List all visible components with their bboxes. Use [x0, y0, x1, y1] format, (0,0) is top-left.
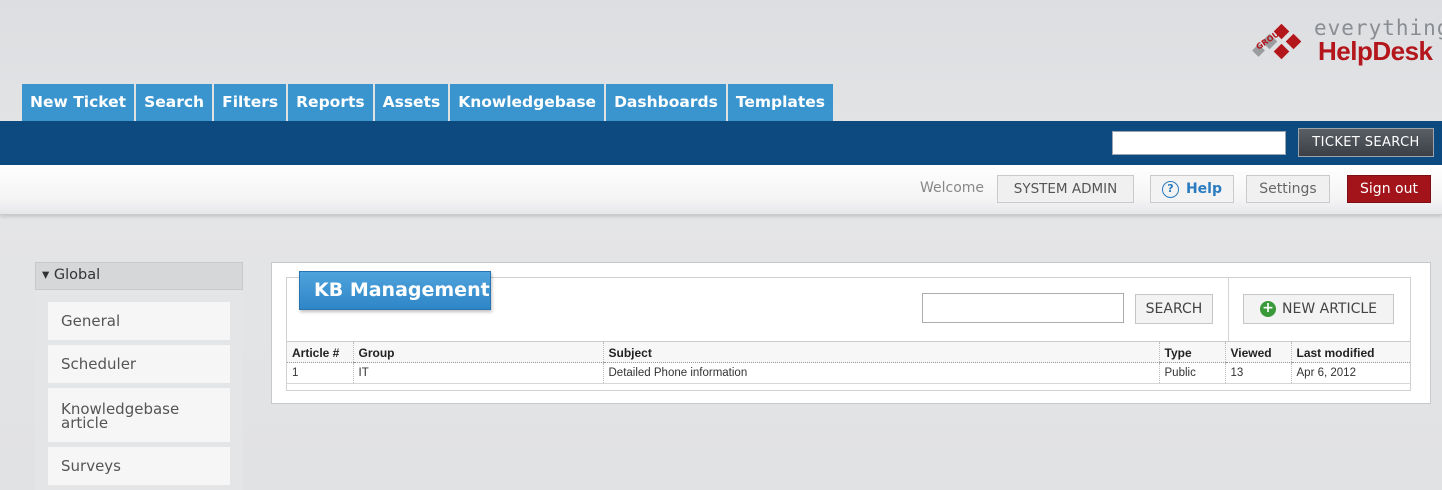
toolbar-divider	[1228, 278, 1229, 342]
cell-last-modified: Apr 6, 2012	[1290, 362, 1410, 384]
navigation-bar: TICKET SEARCH	[0, 121, 1442, 165]
kb-search-input[interactable]	[922, 293, 1124, 323]
kb-articles-table: Article # Group Subject Type Viewed Last…	[287, 341, 1410, 384]
cell-subject[interactable]: Detailed Phone information	[602, 362, 1159, 384]
welcome-label: Welcome	[920, 180, 985, 196]
welcome-bar: Welcome SYSTEM ADMIN ? Help Settings Sig…	[0, 165, 1442, 215]
main-tabs: New Ticket Search Filters Reports Assets…	[22, 84, 834, 121]
tab-new-ticket[interactable]: New Ticket	[22, 84, 137, 121]
column-header-group[interactable]: Group	[352, 341, 603, 363]
help-button[interactable]: ? Help	[1150, 175, 1234, 203]
sign-out-button[interactable]: Sign out	[1347, 175, 1431, 203]
group-logo-icon: GROUP	[1252, 23, 1302, 60]
help-label: Help	[1185, 181, 1223, 197]
settings-button[interactable]: Settings	[1246, 175, 1330, 203]
kb-management-title: KB Management	[299, 271, 491, 310]
sidebar-group-label: Global	[53, 267, 101, 283]
kb-search-button[interactable]: SEARCH	[1135, 294, 1213, 324]
cell-group: IT	[352, 362, 603, 384]
settings-sidebar: ▾ Global General Scheduler Knowledgebase…	[35, 262, 243, 490]
table-row[interactable]: 1 IT Detailed Phone information Public 1…	[287, 362, 1410, 384]
logo-helpdesk-text: HelpDesk	[1318, 36, 1433, 66]
header-area: GROUP everything HelpDesk New Ticket Sea…	[0, 0, 1442, 121]
column-header-last-modified[interactable]: Last modified	[1290, 341, 1410, 363]
column-header-type[interactable]: Type	[1158, 341, 1225, 363]
cell-type: Public	[1158, 362, 1225, 384]
ticket-search-input[interactable]	[1112, 131, 1286, 155]
sidebar-list: General Scheduler Knowledgebase article …	[35, 290, 243, 485]
ticket-search-button[interactable]: TICKET SEARCH	[1298, 128, 1434, 157]
column-header-viewed[interactable]: Viewed	[1224, 341, 1291, 363]
cell-viewed: 13	[1224, 362, 1291, 384]
new-article-button[interactable]: + NEW ARTICLE	[1243, 294, 1394, 324]
kb-management-box: KB Management SEARCH + NEW ARTICLE Artic…	[286, 271, 1411, 391]
column-header-article[interactable]: Article #	[287, 341, 353, 363]
tab-templates[interactable]: Templates	[727, 84, 834, 121]
question-circle-icon: ?	[1161, 180, 1179, 198]
plus-circle-icon: +	[1260, 301, 1276, 317]
tab-filters[interactable]: Filters	[214, 84, 289, 121]
caret-down-icon: ▾	[42, 267, 50, 283]
sidebar-item-knowledgebase-article[interactable]: Knowledgebase article	[48, 388, 230, 442]
tab-search[interactable]: Search	[136, 84, 215, 121]
sidebar-item-scheduler[interactable]: Scheduler	[48, 345, 230, 383]
sidebar-group-global[interactable]: ▾ Global	[35, 262, 243, 290]
cell-article-number: 1	[287, 362, 353, 384]
sidebar-item-surveys[interactable]: Surveys	[48, 447, 230, 485]
current-user-box: SYSTEM ADMIN	[997, 175, 1134, 203]
tab-knowledgebase[interactable]: Knowledgebase	[450, 84, 607, 121]
column-header-subject[interactable]: Subject	[602, 341, 1159, 363]
everything-helpdesk-logo[interactable]: GROUP everything HelpDesk	[1246, 14, 1442, 72]
tab-dashboards[interactable]: Dashboards	[606, 84, 728, 121]
kb-management-panel: KB Management SEARCH + NEW ARTICLE Artic…	[271, 262, 1431, 404]
table-header-row: Article # Group Subject Type Viewed Last…	[287, 341, 1410, 363]
tab-reports[interactable]: Reports	[288, 84, 375, 121]
sidebar-item-general[interactable]: General	[48, 302, 230, 340]
new-article-label: NEW ARTICLE	[1282, 301, 1377, 317]
tab-assets[interactable]: Assets	[374, 84, 451, 121]
